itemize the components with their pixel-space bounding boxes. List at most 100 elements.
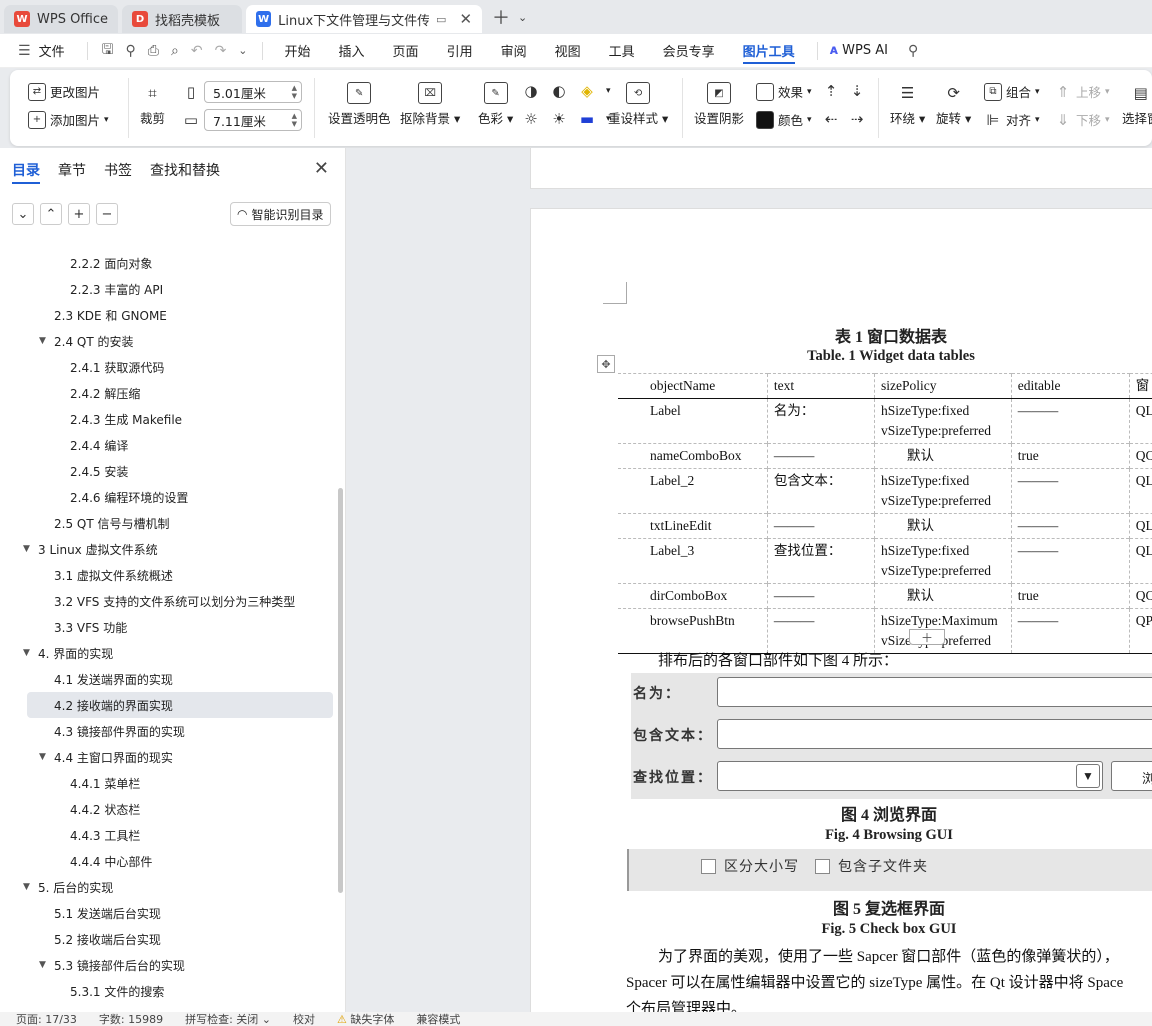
effects-button[interactable]: 效果 ▾	[756, 82, 812, 101]
brightness-down-icon[interactable]: ☀	[550, 110, 568, 128]
menu-membership[interactable]: 会员专享	[649, 34, 729, 68]
menu-tools[interactable]: 工具	[595, 34, 649, 68]
rotate-button[interactable]: ⟳ 旋转 ▾	[936, 82, 971, 127]
proofread[interactable]: 校对	[293, 1012, 315, 1026]
chevron-down-icon[interactable]: ⌄	[518, 11, 527, 24]
set-shadow-button[interactable]: ◩ 设置阴影	[694, 82, 744, 127]
document-page[interactable]: 表 1 窗口数据表 Table. 1 Widget data tables ✥ …	[530, 208, 1152, 1012]
print-icon[interactable]: ⎙	[142, 43, 165, 59]
toc-item[interactable]: 2.4.2 解压缩	[0, 380, 338, 406]
table-move-handle-icon[interactable]: ✥	[597, 355, 615, 373]
search-icon[interactable]: ⚲	[902, 43, 924, 59]
change-image-button[interactable]: ⇄ 更改图片	[28, 82, 100, 101]
toc-item[interactable]: ▼ 4.4 主窗口界面的现实	[0, 744, 338, 770]
nudge-down-icon[interactable]: ⇣	[848, 82, 866, 100]
reset-style-button[interactable]: ⟲ 重设样式 ▾	[608, 82, 668, 127]
expand-up-icon[interactable]: ⌃	[40, 203, 62, 225]
height-field[interactable]: ▭ 7.11厘米 ▲ ▼	[182, 109, 302, 131]
add-image-button[interactable]: + 添加图片 ▾	[28, 110, 109, 129]
menu-file[interactable]: 文件	[37, 34, 79, 68]
toc-item[interactable]: 2.4.5 安装	[0, 458, 338, 484]
toc-item[interactable]: 5.3.1 文件的搜索	[0, 978, 338, 1004]
save-icon[interactable]: 🖫	[96, 39, 120, 63]
tab-find-replace[interactable]: 查找和替换	[150, 160, 220, 184]
toc-item[interactable]: 3.1 虚拟文件系统概述	[0, 562, 338, 588]
expand-caret-icon[interactable]: ▼	[23, 648, 30, 658]
remove-background-button[interactable]: ⌧ 抠除背景 ▾	[400, 82, 460, 127]
word-count[interactable]: 字数: 15989	[99, 1012, 163, 1026]
more-icon[interactable]: ⌄	[232, 44, 253, 57]
expand-caret-icon[interactable]: ▼	[23, 544, 30, 554]
width-input[interactable]: 5.01厘米 ▲ ▼	[204, 81, 302, 103]
tab-docer-templates[interactable]: D 找稻壳模板	[122, 5, 243, 33]
toc-item[interactable]: 4.1 发送端界面的实现	[0, 666, 338, 692]
expand-caret-icon[interactable]: ▼	[23, 882, 30, 892]
collapse-all-icon[interactable]: ⌄	[12, 203, 34, 225]
menu-review[interactable]: 审阅	[487, 34, 541, 68]
toc-item[interactable]: 2.2.3 丰富的 API	[0, 276, 338, 302]
redo-icon[interactable]: ↷	[209, 43, 233, 59]
toc-item[interactable]: 3.3 VFS 功能	[0, 614, 338, 640]
toc-item[interactable]: 4.4.2 状态栏	[0, 796, 338, 822]
menu-reference[interactable]: 引用	[433, 34, 487, 68]
expand-caret-icon[interactable]: ▼	[39, 336, 46, 346]
tab-toc[interactable]: 目录	[12, 160, 40, 184]
hamburger-icon[interactable]: ☰	[12, 43, 37, 59]
height-input[interactable]: 7.11厘米 ▲ ▼	[204, 109, 302, 131]
nudge-left-icon[interactable]: ⇠	[822, 110, 840, 128]
toc-item[interactable]: 2.5 QT 信号与槽机制	[0, 510, 338, 536]
expand-caret-icon[interactable]: ▼	[39, 752, 46, 762]
contrast-down-icon[interactable]: ◐	[550, 82, 568, 100]
share-icon[interactable]: ⚲	[120, 43, 142, 59]
brightness-up-icon[interactable]: ☼	[522, 110, 540, 128]
toc-item[interactable]: ▼ 4. 界面的实现	[0, 640, 338, 666]
undo-icon[interactable]: ↶	[185, 43, 209, 59]
menu-wps-ai[interactable]: ᴀ WPS AI	[826, 34, 902, 68]
line-color-icon[interactable]: ▬	[578, 110, 596, 128]
screen-icon[interactable]: ▭	[436, 13, 446, 26]
close-icon[interactable]: ✕	[314, 158, 329, 179]
toc-item[interactable]: 2.4.3 生成 Makefile	[0, 406, 338, 432]
send-backward-button[interactable]: ⇓ 下移 ▾	[1054, 110, 1110, 129]
crop-button[interactable]: ⌗ 裁剪	[140, 82, 165, 127]
toc-item[interactable]: ▼ 5.3 镜接部件后台的实现	[0, 952, 338, 978]
selection-pane-button[interactable]: ▤ 选择窗	[1122, 82, 1152, 127]
page-indicator[interactable]: 页面: 17/33	[16, 1012, 77, 1026]
toc-item[interactable]: 4.3 镜接部件界面的实现	[0, 718, 338, 744]
spin-arrows-icon[interactable]: ▲ ▼	[292, 112, 301, 128]
toc-item[interactable]: 2.3 KDE 和 GNOME	[0, 302, 338, 328]
add-heading-icon[interactable]: +	[68, 203, 90, 225]
wrap-button[interactable]: ☰ 环绕 ▾	[890, 82, 925, 127]
set-transparent-color-button[interactable]: ✎ 设置透明色	[328, 82, 391, 127]
toc-item[interactable]: 5.1 发送端后台实现	[0, 900, 338, 926]
smart-toc-button[interactable]: ◠ 智能识别目录	[230, 202, 331, 226]
toc-item[interactable]: ▼ 3 Linux 虚拟文件系统	[0, 536, 338, 562]
bring-forward-button[interactable]: ⇑ 上移 ▾	[1054, 82, 1110, 101]
toc-item[interactable]: 2.4.1 获取源代码	[0, 354, 338, 380]
toc-item[interactable]: 2.4.4 编译	[0, 432, 338, 458]
tab-bookmarks[interactable]: 书签	[104, 160, 132, 184]
menu-picture-tools[interactable]: 图片工具	[729, 34, 809, 68]
tab-wps-office[interactable]: W WPS Office	[4, 5, 119, 33]
toc-item[interactable]: 2.2.2 面向对象	[0, 250, 338, 276]
print-preview-icon[interactable]: ⌕	[165, 43, 185, 59]
add-row-icon[interactable]: ＋	[909, 629, 945, 645]
menu-page[interactable]: 页面	[379, 34, 433, 68]
group-button[interactable]: ⧉ 组合 ▾	[984, 82, 1040, 101]
toc-item[interactable]: ▼ 5. 后台的实现	[0, 874, 338, 900]
nudge-up-icon[interactable]: ⇡	[822, 82, 840, 100]
toc-item[interactable]: 4.4.1 菜单栏	[0, 770, 338, 796]
toc-item[interactable]: 2.4.6 编程环境的设置	[0, 484, 338, 510]
color-button[interactable]: ✎ 色彩 ▾	[478, 82, 513, 127]
menu-view[interactable]: 视图	[541, 34, 595, 68]
toc-item[interactable]: ▼ 2.4 QT 的安装	[0, 328, 338, 354]
new-tab-icon[interactable]: ＋	[492, 4, 510, 30]
toc-item[interactable]: 5.2 接收端后台实现	[0, 926, 338, 952]
toc-item[interactable]: 4.2 接收端的界面实现	[27, 692, 333, 718]
toc-item[interactable]: 4.4.4 中心部件	[0, 848, 338, 874]
tab-current-document[interactable]: W Linux下文件管理与文件传送的 ▭ ✕	[246, 5, 483, 33]
nav-scrollbar[interactable]	[338, 488, 343, 893]
nudge-right-icon[interactable]: ⇢	[848, 110, 866, 128]
menu-insert[interactable]: 插入	[325, 34, 379, 68]
document-canvas[interactable]: 表 1 窗口数据表 Table. 1 Widget data tables ✥ …	[346, 148, 1152, 1012]
